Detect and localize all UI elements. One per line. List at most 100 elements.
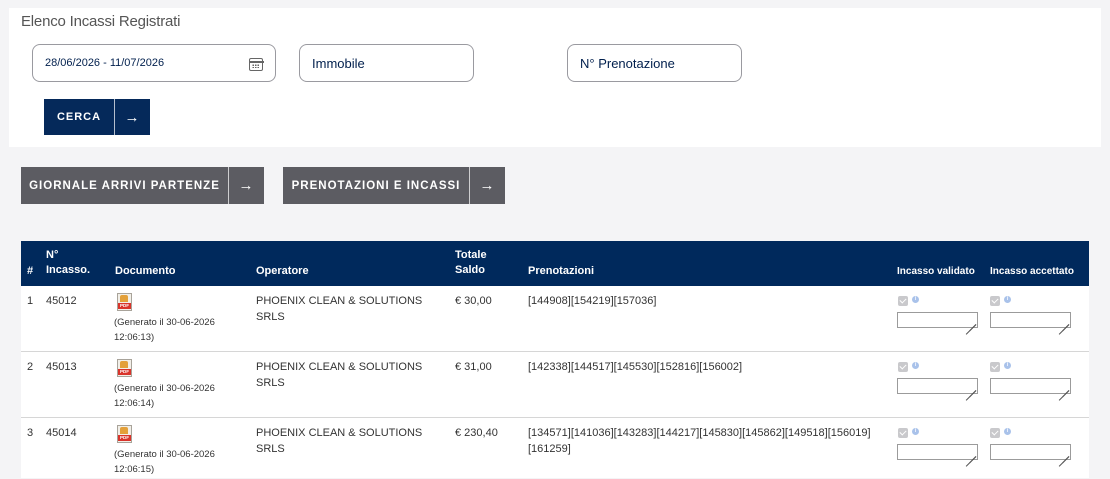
arrow-right-icon: → — [469, 167, 505, 204]
col-operatore: Operatore — [256, 265, 309, 277]
generated-info: (Generato il 30-06-2026 12:06:13) — [114, 315, 224, 345]
incasso-accettato-textarea[interactable] — [990, 378, 1071, 401]
info-icon[interactable]: i — [1004, 428, 1011, 435]
table-row: 3 45014 PDF (Generato il 30-06-2026 12:0… — [21, 418, 1089, 478]
operator-line2: SRLS — [256, 443, 285, 455]
giornale-arrivi-partenze-button[interactable]: GIORNALE ARRIVI PARTENZE → — [21, 167, 264, 204]
prenotazione-field[interactable] — [567, 44, 742, 82]
table-row: 2 45013 PDF (Generato il 30-06-2026 12:0… — [21, 352, 1089, 418]
generated-date: (Generato il 30-06-2026 — [114, 317, 215, 328]
col-incasso-line1: N° — [46, 249, 59, 261]
col-saldo-line1: Totale — [455, 249, 487, 261]
pdf-document-icon[interactable]: PDF — [117, 293, 132, 311]
prenotazioni-line1: [134571][141036][143283][144217][145830]… — [528, 427, 871, 439]
pdf-tag: PDF — [118, 435, 131, 441]
row-operator: PHOENIX CLEAN & SOLUTIONS SRLS — [256, 425, 422, 457]
col-incasso-validato: Incasso validato — [897, 266, 975, 277]
incasso-validato-checkbox[interactable] — [898, 428, 908, 438]
row-prenotazioni: [142338][144517][145530][152816][156002] — [528, 359, 742, 375]
row-index: 2 — [27, 361, 34, 373]
pdf-symbol — [120, 427, 128, 434]
info-icon[interactable]: i — [912, 362, 919, 369]
calendar-icon[interactable] — [248, 58, 264, 71]
resize-handle-icon[interactable] — [1055, 380, 1070, 401]
search-button-label: CERCA — [56, 111, 102, 123]
col-incasso-line2: Incasso. — [46, 264, 91, 276]
arrow-right-icon: → — [114, 99, 150, 135]
operator-line1: PHOENIX CLEAN & SOLUTIONS — [256, 361, 423, 373]
prenotazioni-button-label: PRENOTAZIONI E INCASSI — [291, 179, 461, 192]
info-icon[interactable]: i — [912, 296, 919, 303]
prenotazione-input[interactable] — [568, 45, 741, 81]
incasso-accettato-checkbox[interactable] — [990, 428, 1000, 438]
incasso-validato-textarea[interactable] — [897, 312, 978, 335]
row-saldo: € 230,40 — [455, 427, 498, 439]
immobile-field[interactable] — [299, 44, 474, 82]
date-range-field[interactable] — [32, 44, 276, 82]
row-index: 1 — [27, 295, 34, 307]
incasso-validato-textarea[interactable] — [897, 444, 978, 467]
arrow-right-icon: → — [228, 167, 264, 204]
incasso-accettato-checkbox[interactable] — [990, 362, 1000, 372]
col-incasso-accettato: Incasso accettato — [990, 266, 1074, 277]
row-prenotazioni: [134571][141036][143283][144217][145830]… — [528, 425, 871, 457]
resize-handle-icon[interactable] — [962, 314, 977, 335]
pdf-document-icon[interactable]: PDF — [117, 359, 132, 377]
table-header: # N° Incasso. Documento Operatore Totale… — [21, 241, 1089, 286]
operator-line1: PHOENIX CLEAN & SOLUTIONS — [256, 295, 423, 307]
generated-date: (Generato il 30-06-2026 — [114, 449, 215, 460]
operator-line2: SRLS — [256, 311, 285, 323]
pdf-document-icon[interactable]: PDF — [117, 425, 132, 443]
row-operator: PHOENIX CLEAN & SOLUTIONS SRLS — [256, 359, 422, 391]
resize-handle-icon[interactable] — [962, 380, 977, 401]
generated-date: (Generato il 30-06-2026 — [114, 383, 215, 394]
row-prenotazioni: [144908][154219][157036] — [528, 293, 656, 309]
immobile-input[interactable] — [300, 45, 473, 81]
info-icon[interactable]: i — [1004, 296, 1011, 303]
pdf-symbol — [120, 295, 128, 302]
col-prenotazioni: Prenotazioni — [528, 265, 595, 277]
prenotazioni-incassi-button[interactable]: PRENOTAZIONI E INCASSI → — [283, 167, 505, 204]
row-operator: PHOENIX CLEAN & SOLUTIONS SRLS — [256, 293, 422, 325]
incassi-table: # N° Incasso. Documento Operatore Totale… — [21, 241, 1089, 478]
prenotazioni-line1: [142338][144517][145530][152816][156002] — [528, 361, 743, 373]
row-incasso-number: 45013 — [46, 361, 77, 373]
resize-handle-icon[interactable] — [1055, 446, 1070, 467]
resize-handle-icon[interactable] — [1055, 314, 1070, 335]
pdf-tag: PDF — [118, 369, 131, 375]
generated-time: 12:06:13) — [114, 332, 155, 343]
row-saldo: € 31,00 — [455, 361, 492, 373]
table-row: 1 45012 PDF (Generato il 30-06-2026 12:0… — [21, 286, 1089, 352]
generated-time: 12:06:14) — [114, 398, 155, 409]
operator-line1: PHOENIX CLEAN & SOLUTIONS — [256, 427, 423, 439]
panel-title: Elenco Incassi Registrati — [21, 13, 181, 30]
generated-time: 12:06:15) — [114, 464, 155, 475]
operator-line2: SRLS — [256, 377, 285, 389]
row-saldo: € 30,00 — [455, 295, 492, 307]
row-incasso-number: 45014 — [46, 427, 77, 439]
incasso-accettato-textarea[interactable] — [990, 312, 1071, 335]
giornale-button-label: GIORNALE ARRIVI PARTENZE — [29, 179, 220, 192]
date-range-input[interactable] — [33, 45, 275, 81]
row-index: 3 — [27, 427, 34, 439]
generated-info: (Generato il 30-06-2026 12:06:14) — [114, 381, 224, 411]
generated-info: (Generato il 30-06-2026 12:06:15) — [114, 447, 224, 477]
filter-panel: Elenco Incassi Registrati CERCA → — [9, 8, 1101, 147]
info-icon[interactable]: i — [1004, 362, 1011, 369]
col-saldo-line2: Saldo — [455, 264, 485, 276]
prenotazioni-line1: [144908][154219][157036] — [528, 295, 657, 307]
incasso-accettato-checkbox[interactable] — [990, 296, 1000, 306]
incasso-validato-checkbox[interactable] — [898, 296, 908, 306]
col-documento: Documento — [115, 265, 176, 277]
resize-handle-icon[interactable] — [962, 446, 977, 467]
incasso-validato-checkbox[interactable] — [898, 362, 908, 372]
col-index: # — [27, 265, 34, 277]
row-incasso-number: 45012 — [46, 295, 77, 307]
incasso-accettato-textarea[interactable] — [990, 444, 1071, 467]
pdf-tag: PDF — [118, 303, 131, 309]
prenotazioni-line2: [161259] — [528, 443, 571, 455]
incasso-validato-textarea[interactable] — [897, 378, 978, 401]
info-icon[interactable]: i — [912, 428, 919, 435]
search-button[interactable]: CERCA → — [44, 99, 150, 135]
pdf-symbol — [120, 361, 128, 368]
